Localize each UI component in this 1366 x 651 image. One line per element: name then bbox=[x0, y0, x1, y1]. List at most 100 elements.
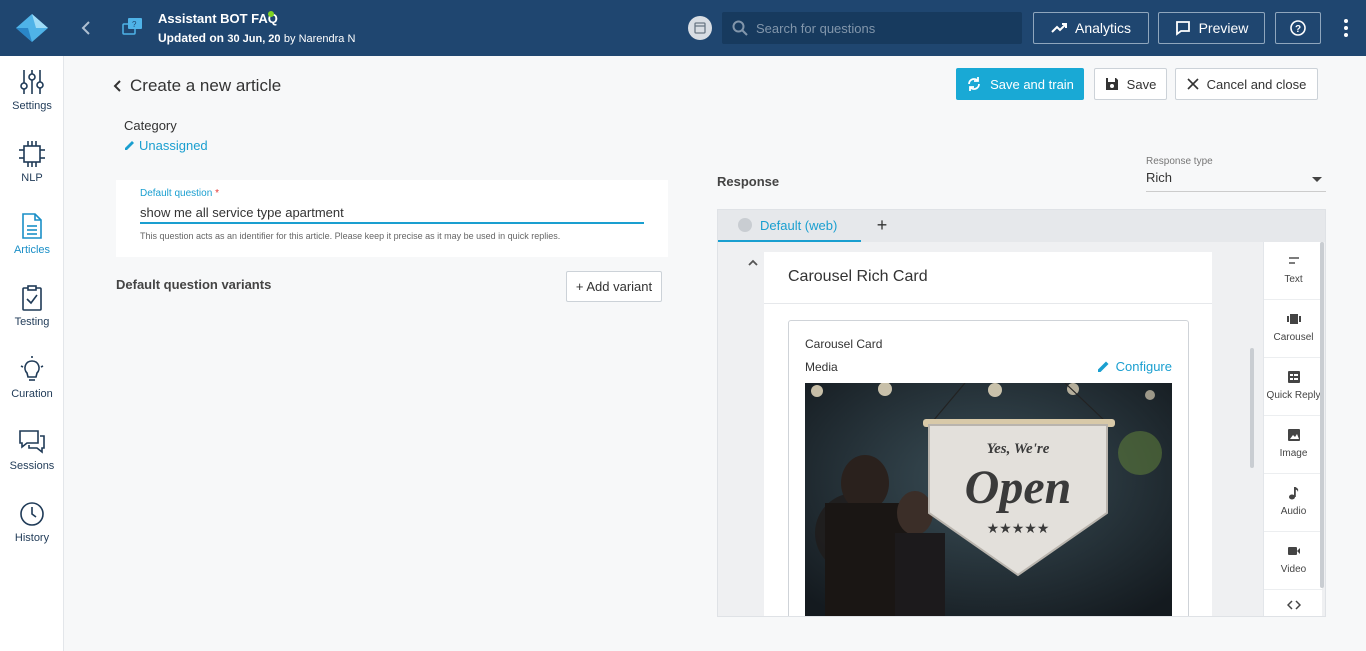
response-panel: Default (web) + Carousel Rich Card Carou… bbox=[717, 209, 1326, 617]
lightbulb-icon bbox=[20, 356, 44, 381]
bot-faq-icon: ? bbox=[122, 18, 142, 35]
cancel-label: Cancel and close bbox=[1206, 76, 1307, 92]
chevron-left-icon bbox=[113, 80, 121, 92]
sliders-icon bbox=[20, 70, 44, 94]
sidebar-item-label: NLP bbox=[21, 172, 43, 184]
tool-quick-reply[interactable]: Quick Reply bbox=[1264, 358, 1323, 416]
variants-title: Default question variants bbox=[116, 277, 272, 292]
help-button[interactable]: ? bbox=[1275, 12, 1321, 44]
response-title: Response bbox=[717, 174, 780, 189]
svg-text:?: ? bbox=[1295, 24, 1301, 35]
category-label: Category bbox=[124, 118, 177, 133]
sidebar-item-sessions[interactable]: Sessions bbox=[0, 428, 64, 492]
analytics-button[interactable]: Analytics bbox=[1033, 12, 1149, 44]
default-question-input[interactable] bbox=[140, 202, 644, 224]
sign-stars: ★★★★★ bbox=[987, 521, 1050, 537]
sidebar-item-nlp[interactable]: NLP bbox=[0, 140, 64, 204]
help-circle-icon: ? bbox=[1290, 20, 1306, 36]
open-sign-image: Yes, We're Open ★★★★★ bbox=[805, 383, 1172, 616]
updated-by: by Narendra N bbox=[283, 33, 356, 45]
category-value: Unassigned bbox=[139, 138, 208, 153]
sidebar-item-label: Testing bbox=[14, 316, 50, 328]
response-type-label: Response type bbox=[1146, 156, 1213, 167]
tool-carousel[interactable]: Carousel bbox=[1264, 300, 1323, 358]
sidebar-item-label: Sessions bbox=[9, 460, 55, 472]
more-menu-icon[interactable] bbox=[1338, 17, 1354, 39]
tool-label: Quick Reply bbox=[1266, 390, 1321, 401]
chip-icon bbox=[19, 141, 45, 167]
pencil-icon bbox=[125, 141, 134, 150]
cancel-and-close-button[interactable]: Cancel and close bbox=[1175, 68, 1318, 100]
close-icon bbox=[1187, 78, 1199, 90]
tool-label: Carousel bbox=[1273, 332, 1314, 343]
save-and-train-button[interactable]: Save and train bbox=[956, 68, 1084, 100]
configure-link[interactable]: Configure bbox=[1097, 359, 1172, 374]
tool-image[interactable]: Image bbox=[1264, 416, 1323, 474]
tool-text[interactable]: Text bbox=[1264, 242, 1323, 300]
channel-web-icon bbox=[738, 218, 752, 232]
tool-label: Text bbox=[1284, 274, 1303, 285]
category-edit-link[interactable]: Unassigned bbox=[124, 138, 208, 153]
back-button[interactable] bbox=[76, 18, 96, 38]
caret-down-icon bbox=[1312, 177, 1322, 182]
card-header: Carousel Rich Card bbox=[764, 252, 1212, 304]
svg-text:?: ? bbox=[132, 20, 137, 29]
clipboard-check-icon bbox=[22, 285, 42, 311]
sidebar-item-curation[interactable]: Curation bbox=[0, 356, 64, 420]
sidebar-item-articles[interactable]: Articles bbox=[0, 212, 64, 276]
tool-code[interactable] bbox=[1264, 590, 1323, 616]
save-and-train-label: Save and train bbox=[990, 76, 1074, 92]
tool-label: Video bbox=[1280, 564, 1307, 575]
content-scrollbar[interactable] bbox=[1250, 348, 1254, 468]
chat-icon bbox=[19, 430, 45, 454]
text-icon bbox=[1288, 257, 1299, 264]
refresh-icon bbox=[968, 77, 980, 91]
default-question-label-text: Default question bbox=[140, 188, 213, 199]
calculator-icon[interactable] bbox=[688, 16, 712, 40]
preview-button[interactable]: Preview bbox=[1158, 12, 1265, 44]
document-icon bbox=[22, 213, 42, 239]
calculator-glyph-icon bbox=[694, 22, 706, 34]
sign-line-2: Open bbox=[965, 461, 1072, 514]
response-tools: Text Carousel Quick Reply Image Audio Vi… bbox=[1263, 242, 1323, 616]
response-tabs: Default (web) + bbox=[718, 210, 1325, 242]
page-title[interactable]: Create a new article bbox=[112, 76, 281, 96]
online-status-dot bbox=[268, 11, 274, 17]
tool-label: Audio bbox=[1280, 506, 1307, 517]
sidebar-item-label: Curation bbox=[11, 388, 53, 400]
tool-video[interactable]: Video bbox=[1264, 532, 1323, 590]
tool-audio[interactable]: Audio bbox=[1264, 474, 1323, 532]
clock-icon bbox=[20, 502, 44, 526]
response-type-value: Rich bbox=[1146, 170, 1173, 185]
add-tab-button[interactable]: + bbox=[872, 215, 892, 237]
preview-label: Preview bbox=[1198, 20, 1249, 36]
chevron-up-icon[interactable] bbox=[746, 256, 760, 270]
save-button[interactable]: Save bbox=[1094, 68, 1167, 100]
add-variant-button[interactable]: + Add variant bbox=[566, 271, 662, 302]
carousel-card: Carousel Card Media Configure Yes, We're… bbox=[788, 320, 1189, 616]
default-question-help: This question acts as an identifier for … bbox=[140, 231, 561, 241]
carousel-rich-card: Carousel Rich Card Carousel Card Media C… bbox=[764, 252, 1212, 616]
app-logo-icon[interactable] bbox=[16, 14, 48, 42]
analytics-label: Analytics bbox=[1074, 20, 1132, 36]
carousel-icon bbox=[1286, 314, 1301, 324]
message-square-icon bbox=[1175, 21, 1190, 36]
tools-scrollbar[interactable] bbox=[1320, 242, 1324, 588]
media-label: Media bbox=[805, 360, 838, 374]
search-icon bbox=[732, 20, 748, 36]
updated-prefix: Updated on bbox=[158, 31, 224, 45]
tab-default-web[interactable]: Default (web) bbox=[718, 210, 861, 242]
response-type-select[interactable]: Rich bbox=[1146, 170, 1326, 192]
sidebar-item-settings[interactable]: Settings bbox=[0, 68, 64, 132]
video-icon bbox=[1287, 547, 1300, 555]
page-title-text: Create a new article bbox=[130, 76, 282, 95]
sidebar-item-testing[interactable]: Testing bbox=[0, 284, 64, 348]
configure-label: Configure bbox=[1115, 359, 1172, 374]
sidebar-item-history[interactable]: History bbox=[0, 500, 64, 564]
top-bar: ? Assistant BOT FAQ Updated on 30 Jun, 2… bbox=[0, 0, 1366, 56]
trending-up-icon bbox=[1051, 23, 1067, 33]
search-input[interactable] bbox=[756, 12, 1016, 44]
media-image: Yes, We're Open ★★★★★ bbox=[805, 383, 1172, 616]
default-question-label: Default question * bbox=[140, 188, 219, 199]
sign-line-1: Yes, We're bbox=[987, 441, 1050, 457]
